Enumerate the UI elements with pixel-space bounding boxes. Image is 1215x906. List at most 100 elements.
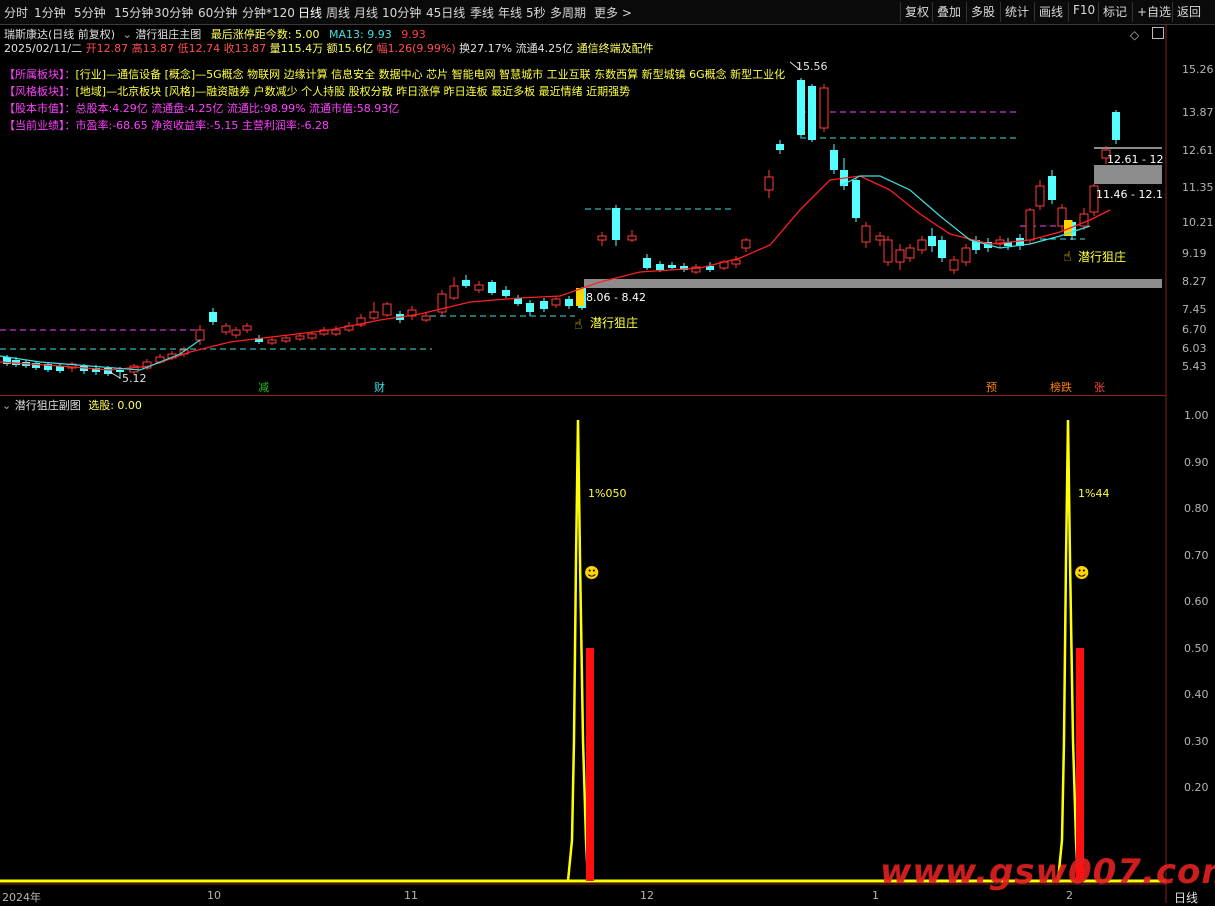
candle-body	[949, 259, 959, 271]
price-tick: 11.35	[1182, 181, 1214, 194]
sub-tick: 0.90	[1184, 455, 1209, 469]
candle-body	[195, 329, 205, 341]
event-marker: 榜跌	[1050, 380, 1072, 394]
sub-dropdown-icon[interactable]: ⌄	[2, 399, 11, 412]
sub-tick: 0.30	[1184, 734, 1209, 748]
candle-body	[797, 80, 805, 135]
support-box	[1094, 147, 1162, 149]
candle-body	[668, 265, 676, 268]
candle-body	[852, 180, 860, 218]
sub-peak-label: 1%44	[1078, 487, 1109, 500]
candle-body	[1112, 112, 1120, 140]
sub-peak-1	[566, 419, 590, 882]
pane-separator[interactable]	[0, 395, 1166, 396]
candle-body	[1025, 209, 1035, 241]
pick-label: 选股: 0.00	[88, 399, 142, 412]
sub-peak-label: 1%050	[588, 487, 626, 500]
candle-body	[1035, 185, 1045, 207]
candle-body	[928, 236, 936, 246]
candle-body	[281, 337, 291, 342]
candle-body	[449, 285, 459, 299]
candle-body	[883, 239, 893, 263]
price-tick: 5.43	[1182, 360, 1207, 373]
candle-body	[656, 264, 664, 270]
candle-body	[502, 290, 510, 296]
candle-body	[1048, 176, 1056, 200]
price-tick: 12.61	[1182, 144, 1214, 157]
candle-body	[861, 225, 871, 243]
candle-body	[369, 311, 379, 319]
candle-body	[474, 284, 484, 291]
candle-body	[526, 303, 534, 312]
candle-body	[242, 325, 252, 331]
smiley-icon: ☻	[584, 564, 600, 582]
kline-chart[interactable]: 15.56 5.12 8.06 - 8.42 12.61 - 12 11.46 - 12…	[0, 0, 1215, 903]
price-tick: 9.19	[1182, 247, 1207, 260]
candle-body	[938, 240, 946, 258]
sub-tick: 0.70	[1184, 548, 1209, 562]
candle-body	[905, 247, 915, 259]
price-tick: 13.87	[1182, 106, 1214, 119]
sub-tick: 0.60	[1184, 595, 1209, 608]
candle-body	[462, 280, 470, 286]
candle-body	[231, 329, 241, 336]
candle-body	[917, 239, 927, 251]
low-price-label: 5.12	[122, 372, 147, 385]
time-tick: 1	[872, 889, 879, 902]
sub-bar	[1076, 648, 1084, 881]
candle-body	[808, 86, 816, 140]
high-price-label: 15.56	[796, 60, 828, 73]
candle-body	[331, 329, 341, 335]
range-label: 11.46 - 12.1	[1096, 188, 1163, 201]
candle-body	[382, 303, 392, 316]
candle-body	[741, 239, 751, 249]
candle-body	[819, 87, 829, 129]
price-tick: 6.03	[1182, 342, 1207, 355]
event-marker: 减	[258, 381, 269, 394]
hand-icon: ☝	[574, 317, 583, 333]
time-tick: 11	[404, 889, 418, 902]
candle-body	[488, 282, 496, 293]
candle-body	[295, 335, 305, 340]
candle-body	[104, 368, 112, 374]
event-marker: 张	[1094, 381, 1105, 394]
signal-label: 潜行狙庄	[590, 315, 638, 330]
candle-body	[830, 150, 838, 170]
candle-body	[267, 339, 277, 344]
candle-body	[209, 312, 217, 322]
candle-body	[731, 259, 741, 265]
time-tick: 10	[207, 889, 221, 902]
sub-tick: 0.50	[1184, 641, 1209, 655]
signal-candle	[576, 288, 584, 306]
sub-tick: 1.00	[1184, 409, 1209, 422]
sub-tick: 0.20	[1184, 781, 1209, 794]
watermark: www.gsw007.com	[880, 852, 1215, 892]
candle-body	[776, 144, 784, 150]
sub-title[interactable]: 潜行狙庄副图	[15, 399, 81, 412]
support-box	[584, 279, 1162, 288]
candle-body	[612, 208, 620, 240]
price-tick: 8.27	[1182, 275, 1207, 288]
support-box	[1094, 165, 1162, 184]
candle-body	[961, 247, 971, 263]
sub-peak-2	[1056, 419, 1080, 882]
candle-body	[565, 299, 573, 306]
candle-body	[643, 258, 651, 268]
time-tick: 12	[640, 889, 654, 902]
range-label: 8.06 - 8.42	[586, 291, 646, 304]
candle-body	[764, 176, 774, 191]
event-marker: 预	[986, 381, 997, 394]
candle-body	[540, 301, 548, 309]
event-marker: 财	[374, 380, 385, 394]
price-tick: 6.70	[1182, 323, 1207, 336]
range-label: 12.61 - 12	[1107, 153, 1163, 166]
hand-icon: ☝	[1063, 249, 1072, 265]
smiley-icon: ☻	[1074, 564, 1090, 582]
price-tick: 15.26	[1182, 63, 1214, 76]
price-tick: 7.45	[1182, 303, 1207, 316]
candle-body	[597, 235, 607, 241]
ma13-line	[0, 175, 1111, 371]
candle-body	[627, 235, 637, 241]
signal-label: 潜行狙庄	[1078, 249, 1126, 264]
candle-body	[221, 325, 231, 333]
